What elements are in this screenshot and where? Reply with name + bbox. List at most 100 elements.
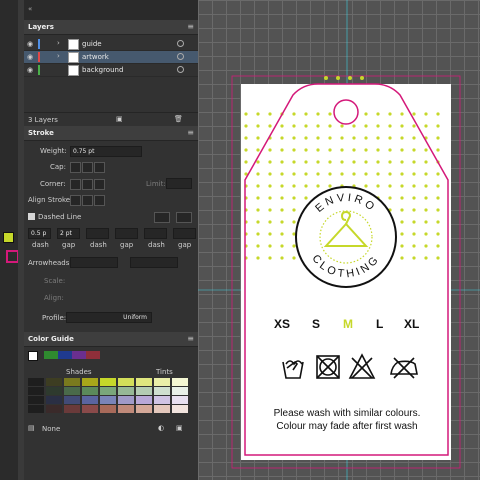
layer-color <box>38 65 40 75</box>
canvas[interactable]: ENVIRO CLOTHING XS S M L XL Please wash … <box>198 0 480 480</box>
panel-menu-icon[interactable]: ≡ <box>187 335 194 343</box>
new-layer-icon[interactable]: ▣ <box>116 115 123 123</box>
stroke-panel-header[interactable]: Stroke ≡ <box>24 126 198 141</box>
gap-1-field[interactable]: 2 pt <box>57 228 80 239</box>
align-center-icon[interactable] <box>70 195 81 206</box>
tints-label: Tints <box>156 368 173 376</box>
round-cap-icon[interactable] <box>82 162 93 173</box>
limit-label: Limit: <box>146 180 166 188</box>
layer-thumbnail <box>68 52 79 63</box>
layer-row-artwork[interactable]: ◉ › artwork <box>24 51 198 64</box>
size-s: S <box>312 317 321 331</box>
layer-count: 3 Layers <box>28 116 58 124</box>
harmony-swatch[interactable] <box>72 351 86 359</box>
color-guide-header[interactable]: Color Guide ≡ <box>24 332 198 347</box>
stroke-panel-title: Stroke <box>28 129 54 137</box>
dash-2-field[interactable] <box>86 228 109 239</box>
arrowheads-label: Arrowheads: <box>28 259 72 267</box>
panel-tabs-bar: « <box>24 0 198 20</box>
dash-3-field[interactable] <box>144 228 167 239</box>
layer-color <box>38 52 40 62</box>
panels-dock: « Layers ≡ ◉ › guide ◉ › artwork ◉ backg… <box>24 0 198 480</box>
dash-1-field[interactable]: 0.5 p <box>28 228 51 239</box>
tools-panel <box>0 0 19 480</box>
miter-join-icon[interactable] <box>70 179 81 190</box>
save-group-icon[interactable]: ▣ <box>176 424 183 432</box>
dashed-line-label: Dashed Line <box>38 213 82 221</box>
dash-1-label: dash <box>32 241 49 249</box>
align-stroke-label: Align Stroke: <box>28 196 73 204</box>
layer-name: artwork <box>82 53 109 61</box>
layer-color <box>38 39 40 49</box>
shades-label: Shades <box>66 368 92 376</box>
eye-icon[interactable]: ◉ <box>27 53 33 61</box>
chevron-right-icon[interactable]: › <box>57 39 60 47</box>
target-icon[interactable] <box>177 40 184 47</box>
target-icon[interactable] <box>177 66 184 73</box>
dash-2-label: dash <box>90 241 107 249</box>
profile-select[interactable]: Uniform <box>66 312 152 323</box>
dashed-line-checkbox[interactable] <box>28 213 35 220</box>
limit-field[interactable] <box>166 178 192 189</box>
align-outside-icon[interactable] <box>94 195 105 206</box>
care-line-1: Please wash with similar colours. <box>273 408 421 419</box>
layers-panel-title: Layers <box>28 23 54 31</box>
layer-name: guide <box>82 40 102 48</box>
tag-hole <box>333 99 359 125</box>
target-icon[interactable] <box>177 53 184 60</box>
top-dots <box>324 76 364 80</box>
gap-3-field[interactable] <box>173 228 196 239</box>
weight-field[interactable]: 0.75 pt <box>70 146 142 157</box>
swatch-library-icon[interactable]: ▤ <box>28 424 35 432</box>
panel-menu-icon[interactable]: ≡ <box>187 129 194 137</box>
align-arrow-label: Align: <box>44 294 64 302</box>
align-dash-icon[interactable] <box>176 212 192 223</box>
gap-1-label: gap <box>62 241 76 249</box>
gap-3-label: gap <box>178 241 192 249</box>
profile-label: Profile: <box>42 314 67 322</box>
harmony-swatch[interactable] <box>44 351 58 359</box>
start-arrowhead-select[interactable] <box>70 257 118 268</box>
care-instructions: Please wash with similar colours. Colour… <box>252 407 442 433</box>
end-arrowhead-select[interactable] <box>130 257 178 268</box>
eye-icon[interactable]: ◉ <box>27 40 33 48</box>
layer-row-guide[interactable]: ◉ › guide <box>24 38 198 51</box>
corner-label: Corner: <box>40 180 66 188</box>
layer-thumbnail <box>68 65 79 76</box>
collapse-icon[interactable]: « <box>28 5 32 13</box>
square-cap-icon[interactable] <box>94 162 105 173</box>
fill-color-swatch[interactable] <box>3 232 14 243</box>
none-label: None <box>42 425 61 433</box>
layer-name: background <box>82 66 124 74</box>
layers-panel-header[interactable]: Layers ≡ <box>24 20 198 35</box>
weight-label: Weight: <box>40 147 67 155</box>
harmony-rules-icon[interactable]: ◐ <box>158 424 164 432</box>
cap-label: Cap: <box>50 163 66 171</box>
color-variations-grid[interactable] <box>28 378 192 422</box>
harmony-swatch[interactable] <box>86 351 100 359</box>
color-guide-title: Color Guide <box>28 335 74 343</box>
no-tumble-dry-icon <box>316 355 340 379</box>
size-xs: XS <box>274 317 291 331</box>
chevron-right-icon[interactable]: › <box>57 52 60 60</box>
eye-icon[interactable]: ◉ <box>27 66 33 74</box>
harmony-swatch[interactable] <box>58 351 72 359</box>
layer-row-background[interactable]: ◉ background <box>24 64 198 77</box>
dash-3-label: dash <box>148 241 165 249</box>
panel-menu-icon[interactable]: ≡ <box>187 23 194 31</box>
gap-2-label: gap <box>120 241 134 249</box>
base-color-swatch[interactable] <box>28 351 38 361</box>
layers-footer: 3 Layers ▣ 🗑 <box>24 112 198 125</box>
trash-icon[interactable]: 🗑 <box>174 115 183 123</box>
preserve-dash-icon[interactable] <box>154 212 170 223</box>
size-l: L <box>376 317 384 331</box>
care-line-2: Colour may fade after first wash <box>276 421 418 432</box>
round-join-icon[interactable] <box>82 179 93 190</box>
butt-cap-icon[interactable] <box>70 162 81 173</box>
align-inside-icon[interactable] <box>82 195 93 206</box>
layer-thumbnail <box>68 39 79 50</box>
scale-label: Scale: <box>44 277 66 285</box>
size-m: M <box>343 317 353 331</box>
bevel-join-icon[interactable] <box>94 179 105 190</box>
gap-2-field[interactable] <box>115 228 138 239</box>
